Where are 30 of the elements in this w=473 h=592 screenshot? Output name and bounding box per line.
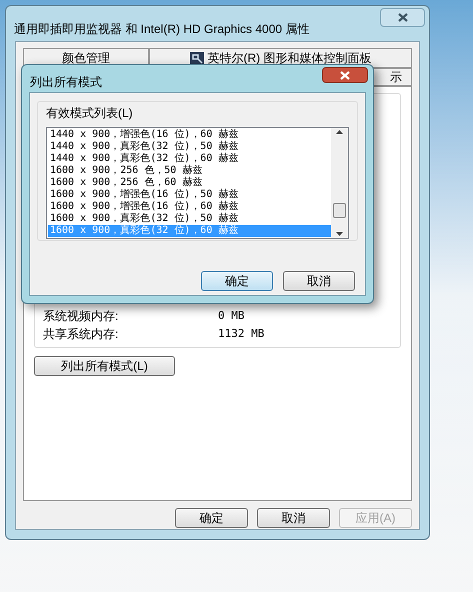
close-icon	[340, 70, 350, 80]
group-label: 有效模式列表(L)	[46, 105, 134, 122]
dialog-button[interactable]: 列出所有模式(L)	[34, 356, 175, 376]
dialog-button[interactable]: 确定	[175, 508, 248, 528]
mode-item[interactable]: 1600 x 900，增强色(16 位)，50 赫兹	[48, 189, 331, 201]
dialog-button[interactable]: 确定	[201, 271, 273, 291]
mode-item[interactable]: 1440 x 900，真彩色(32 位)，50 赫兹	[48, 141, 331, 153]
dialog-button[interactable]: 取消	[283, 271, 355, 291]
mode-item[interactable]: 1600 x 900，增强色(16 位)，60 赫兹	[48, 201, 331, 213]
scroll-thumb[interactable]	[333, 202, 346, 218]
mode-item[interactable]: 1600 x 900，256 色，60 赫兹	[48, 177, 331, 189]
window-title: 通用即插即用监视器 和 Intel(R) HD Graphics 4000 属性	[14, 21, 310, 38]
memory-label: 共享系统内存:	[43, 326, 120, 343]
dialog-button[interactable]: 取消	[257, 508, 330, 528]
mode-item[interactable]: 1440 x 900，真彩色(32 位)，60 赫兹	[48, 153, 331, 165]
close-button[interactable]	[380, 8, 425, 27]
close-icon	[398, 13, 408, 22]
graphics-icon	[190, 52, 204, 64]
memory-label: 系统视频内存:	[43, 308, 120, 325]
memory-value: 1132 MB	[218, 326, 264, 342]
mode-item[interactable]: 1600 x 900，真彩色(32 位)，50 赫兹	[48, 213, 331, 225]
modal-title: 列出所有模式	[30, 74, 102, 91]
close-button[interactable]	[322, 67, 368, 83]
scroll-up-icon	[336, 130, 343, 134]
mode-item[interactable]: 1600 x 900，256 色，50 赫兹	[48, 165, 331, 177]
tab[interactable]: 示	[372, 68, 412, 86]
mode-item[interactable]: 1440 x 900，增强色(16 位)，60 赫兹	[48, 129, 331, 141]
scroll-down-icon	[336, 232, 343, 236]
scrollbar[interactable]	[331, 128, 348, 238]
memory-value: 0 MB	[218, 308, 244, 324]
